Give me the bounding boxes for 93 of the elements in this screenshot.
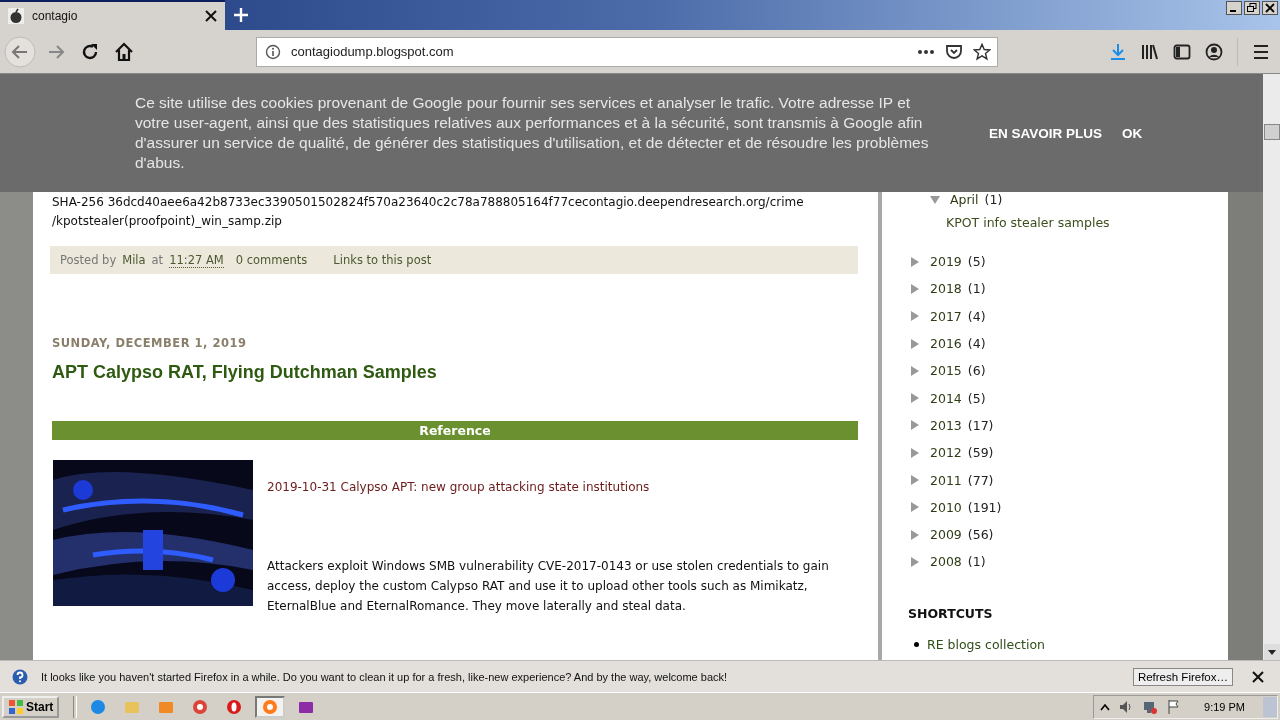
- toggle-icon[interactable]: [910, 256, 920, 267]
- archive-link[interactable]: April: [950, 192, 979, 207]
- taskbar-app[interactable]: [255, 695, 286, 718]
- post-count: (77): [967, 472, 994, 488]
- archive-link[interactable]: 2009: [930, 527, 962, 543]
- tab-title: contagio: [32, 9, 79, 23]
- restore-icon[interactable]: [1244, 1, 1260, 15]
- toggle-icon[interactable]: [910, 529, 920, 540]
- post-count: (4): [967, 308, 986, 324]
- bullet-icon: [914, 641, 919, 647]
- posted-by-label: Posted by: [60, 253, 117, 267]
- address-bar[interactable]: contagiodump.blogspot.com: [256, 36, 998, 67]
- post-count: (5): [967, 390, 986, 406]
- archive-link[interactable]: 2019: [930, 254, 962, 270]
- clock: 9:19 PM: [1204, 700, 1245, 713]
- post-date: SUNDAY, DECEMBER 1, 2019: [52, 336, 248, 350]
- shortcut-link[interactable]: RE blogs collection: [927, 636, 1045, 652]
- star-icon[interactable]: [973, 42, 991, 61]
- download-icon[interactable]: [1109, 42, 1127, 61]
- sidebar-icon[interactable]: [1173, 42, 1191, 61]
- browser-tab[interactable]: contagio: [0, 0, 225, 30]
- toggle-icon[interactable]: [910, 365, 920, 376]
- cookie-button[interactable]: OK: [1122, 125, 1143, 141]
- scrollbar[interactable]: [1263, 74, 1280, 660]
- archive-link[interactable]: 2018: [930, 281, 962, 297]
- close-icon[interactable]: [1262, 1, 1278, 15]
- scroll-thumb[interactable]: [1263, 124, 1280, 140]
- post-count: (1): [984, 192, 1003, 207]
- archive-link[interactable]: 2016: [930, 336, 962, 352]
- post-time-link[interactable]: 11:27 AM: [169, 252, 224, 268]
- windows-logo-icon: [8, 698, 24, 715]
- reload-icon[interactable]: [80, 41, 100, 62]
- cookie-button[interactable]: EN SAVOIR PLUS: [989, 125, 1103, 141]
- post-count: (191): [967, 499, 1002, 515]
- plus-icon[interactable]: [233, 7, 249, 23]
- backlinks-link[interactable]: Links to this post: [333, 253, 432, 267]
- archive-link[interactable]: 2010: [930, 499, 962, 515]
- hash-text: /kpotstealer(proofpoint)_win_samp.zip: [52, 213, 282, 230]
- chevron-icon[interactable]: [1100, 701, 1111, 712]
- post-title[interactable]: APT Calypso RAT, Flying Dutchman Samples: [52, 362, 858, 383]
- archive-link[interactable]: 2017: [930, 308, 962, 324]
- post-count: (1): [967, 281, 986, 297]
- post-body-text: Attackers exploit Windows SMB vulnerability CVE-2017-0143 or use stolen credentials to gain access, deploy the custom Calypso RAT and use it to upload other tools such as Mimikatz, EternalBlue and EternalRomance. They move laterally and steal data.: [267, 558, 830, 615]
- toggle-icon[interactable]: [910, 502, 920, 513]
- pocket-icon[interactable]: [945, 43, 963, 60]
- home-icon[interactable]: [114, 41, 134, 62]
- close-icon[interactable]: [1252, 670, 1264, 683]
- post-link[interactable]: KPOT info stealer samples: [946, 215, 1228, 230]
- scroll-down-icon[interactable]: [1263, 644, 1280, 660]
- archive-link[interactable]: 2015: [930, 363, 962, 379]
- toggle-icon[interactable]: [910, 283, 920, 294]
- post-count: (6): [967, 363, 986, 379]
- back-icon[interactable]: [4, 35, 36, 68]
- toggle-icon[interactable]: [930, 194, 940, 205]
- more-icon[interactable]: [917, 48, 935, 55]
- post-count: (17): [967, 417, 994, 433]
- post-count: (56): [967, 527, 994, 543]
- url-text: contagiodump.blogspot.com: [291, 44, 454, 59]
- author-link[interactable]: Mila: [122, 253, 146, 267]
- archive-link[interactable]: 2011: [930, 472, 962, 488]
- library-icon[interactable]: [1141, 42, 1159, 61]
- post-count: (59): [967, 445, 994, 461]
- shortcuts-heading: SHORTCUTS: [908, 605, 994, 621]
- post-count: (5): [967, 254, 986, 270]
- toggle-icon[interactable]: [910, 393, 920, 404]
- notification-text: It looks like you haven't started Firefox in a while. Do you want to clean it up for a fresh, like-new experience? And by the way, welcome back!: [41, 670, 728, 683]
- archive-link[interactable]: 2012: [930, 445, 962, 461]
- archive-link[interactable]: 2014: [930, 390, 962, 406]
- toggle-icon[interactable]: [910, 311, 920, 322]
- archive-link[interactable]: 2013: [930, 417, 962, 433]
- toggle-icon[interactable]: [910, 556, 920, 567]
- toggle-icon[interactable]: [910, 447, 920, 458]
- toggle-icon[interactable]: [910, 475, 920, 485]
- start-button[interactable]: Start: [2, 695, 60, 718]
- toggle-icon[interactable]: [910, 338, 920, 349]
- info-icon[interactable]: [265, 43, 281, 60]
- hash-text: SHA-256 36dcd40aee6a42b8733ec3390501502824f570a23640c2c78a788805164f77cecontagio.deependresearch.org/crime: [52, 194, 804, 211]
- minimize-icon[interactable]: [1226, 1, 1242, 15]
- account-icon[interactable]: [1205, 42, 1223, 61]
- cookie-notice-text: Ce site utilise des cookies provenant de Google pour fournir ses services et analyser le trafic. Votre adresse IP et votre user-agent, ainsi que des statistiques relatives aux performances et à la sécurité, sont transmis à Google afin d'assurer un service de qualité, de générer des statistiques d'utilisation, et de détecter et de résoudre les problèmes d'abus.: [135, 93, 930, 173]
- post-count: (4): [967, 336, 986, 352]
- post-count: (1): [967, 554, 986, 570]
- menu-icon[interactable]: [1252, 42, 1270, 61]
- reference-link[interactable]: 2019-10-31 Calypso APT: new group attacking state institutions: [267, 480, 650, 494]
- at-label: at: [151, 253, 164, 267]
- section-heading: Reference: [52, 421, 858, 440]
- bomb-icon: [8, 8, 24, 24]
- help-icon: [12, 668, 28, 685]
- comments-link[interactable]: 0 comments: [235, 253, 308, 267]
- refresh-button[interactable]: Refresh Firefox…: [1132, 667, 1233, 686]
- toggle-icon[interactable]: [910, 420, 920, 431]
- close-icon[interactable]: [205, 10, 217, 22]
- archive-link[interactable]: 2008: [930, 554, 962, 570]
